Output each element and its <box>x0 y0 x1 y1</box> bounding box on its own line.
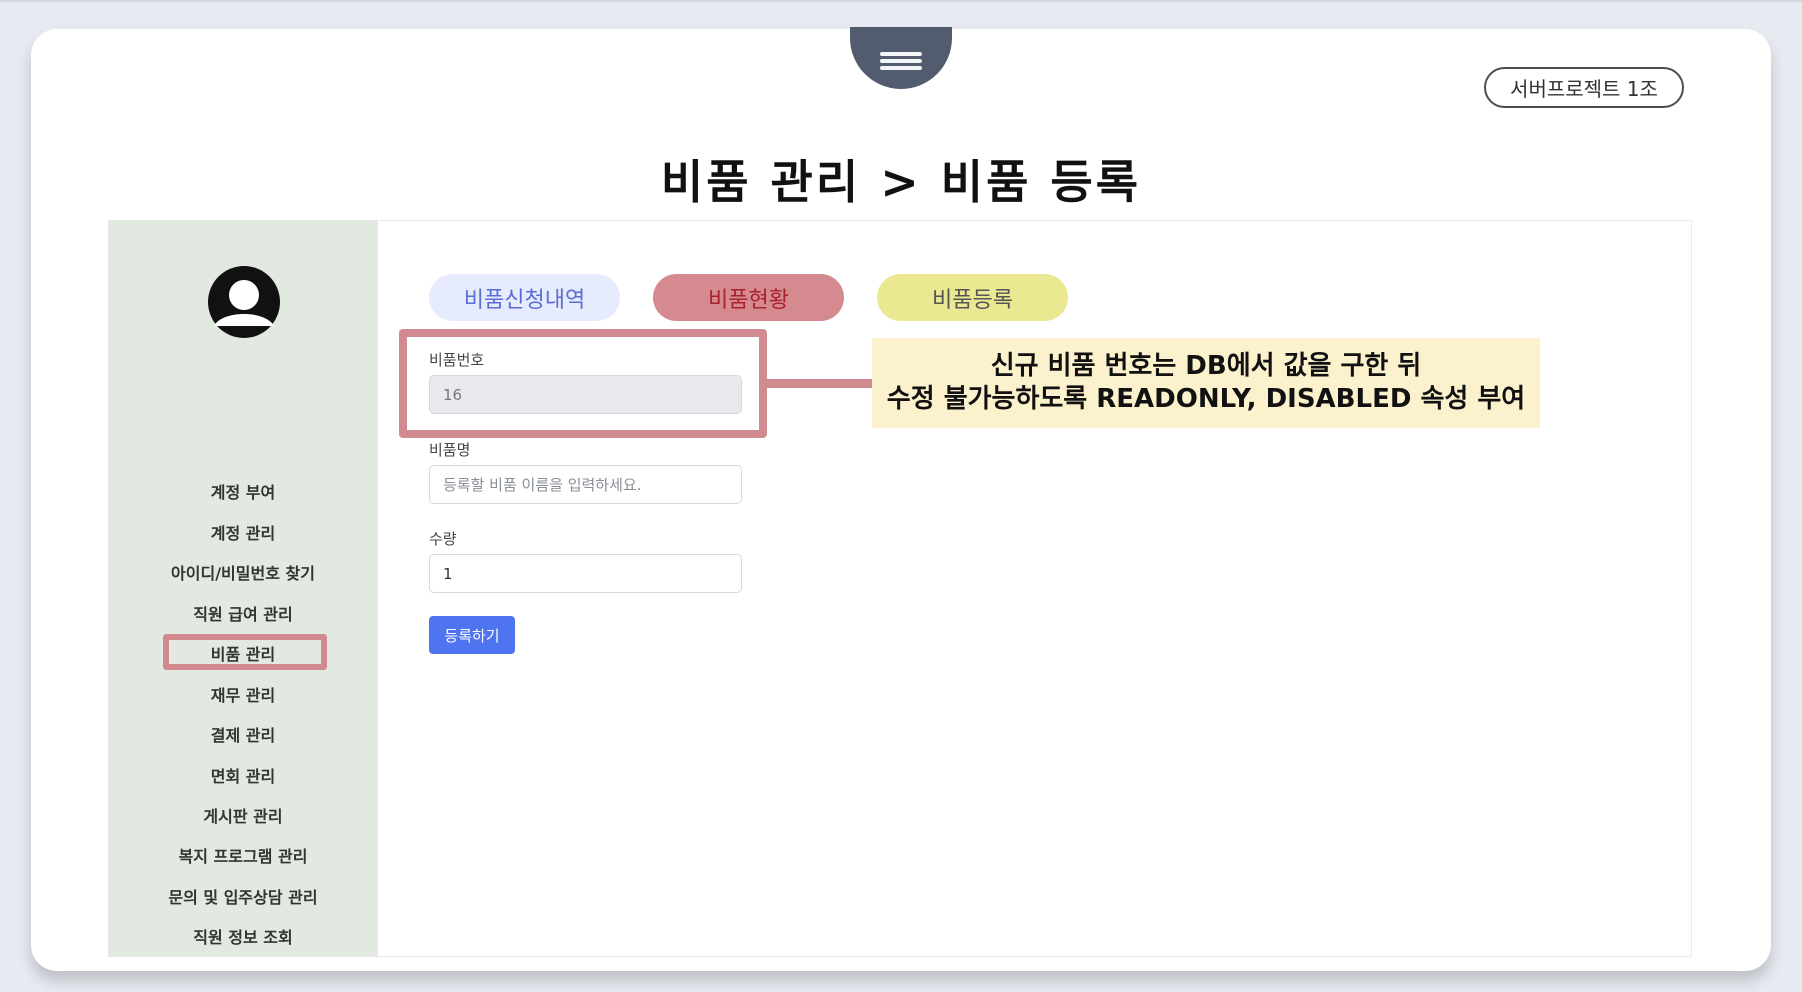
sidebar-item-salary[interactable]: 직원 급여 관리 <box>108 605 378 625</box>
register-button[interactable]: 등록하기 <box>429 616 515 654</box>
sidebar-item-visit[interactable]: 면회 관리 <box>108 767 378 787</box>
sidebar-item-board[interactable]: 게시판 관리 <box>108 807 378 827</box>
callout-line-2: 수정 불가능하도록 READONLY, DISABLED 속성 부여 <box>886 384 1526 414</box>
top-border <box>0 0 1802 2</box>
quantity-input[interactable]: 1 <box>429 554 742 593</box>
sidebar-item-finance[interactable]: 재무 관리 <box>108 686 378 706</box>
sidebar-item-payment[interactable]: 결제 관리 <box>108 726 378 746</box>
annotation-callout: 신규 비품 번호는 DB에서 값을 구한 뒤 수정 불가능하도록 READONL… <box>872 338 1540 428</box>
quantity-label: 수량 <box>429 530 457 548</box>
tab-supply-register[interactable]: 비품등록 <box>877 274 1068 321</box>
item-name-label: 비품명 <box>429 441 471 459</box>
sidebar: 계정 부여 계정 관리 아이디/비밀번호 찾기 직원 급여 관리 비품 관리 재… <box>108 220 378 957</box>
item-name-input[interactable]: 등록할 비품 이름을 입력하세요. <box>429 465 742 504</box>
sidebar-item-inquiry[interactable]: 문의 및 입주상담 관리 <box>108 888 378 908</box>
tab-supply-requests[interactable]: 비품신청내역 <box>429 274 620 321</box>
sidebar-item-staff-info[interactable]: 직원 정보 조회 <box>108 928 378 948</box>
readonly-field-highlight <box>399 329 767 438</box>
sidebar-item-welfare[interactable]: 복지 프로그램 관리 <box>108 847 378 867</box>
team-badge: 서버프로젝트 1조 <box>1484 67 1684 108</box>
user-avatar-icon <box>208 266 280 338</box>
tab-supply-status[interactable]: 비품현황 <box>653 274 844 321</box>
sidebar-item-find-id-password[interactable]: 아이디/비밀번호 찾기 <box>108 564 378 584</box>
page-title: 비품 관리 > 비품 등록 <box>660 155 1142 209</box>
sidebar-item-account-grant[interactable]: 계정 부여 <box>108 483 378 503</box>
callout-connector <box>767 379 872 388</box>
callout-line-1: 신규 비품 번호는 DB에서 값을 구한 뒤 <box>990 351 1422 381</box>
sidebar-item-account-manage[interactable]: 계정 관리 <box>108 524 378 544</box>
sidebar-item-supplies[interactable]: 비품 관리 <box>108 645 378 665</box>
